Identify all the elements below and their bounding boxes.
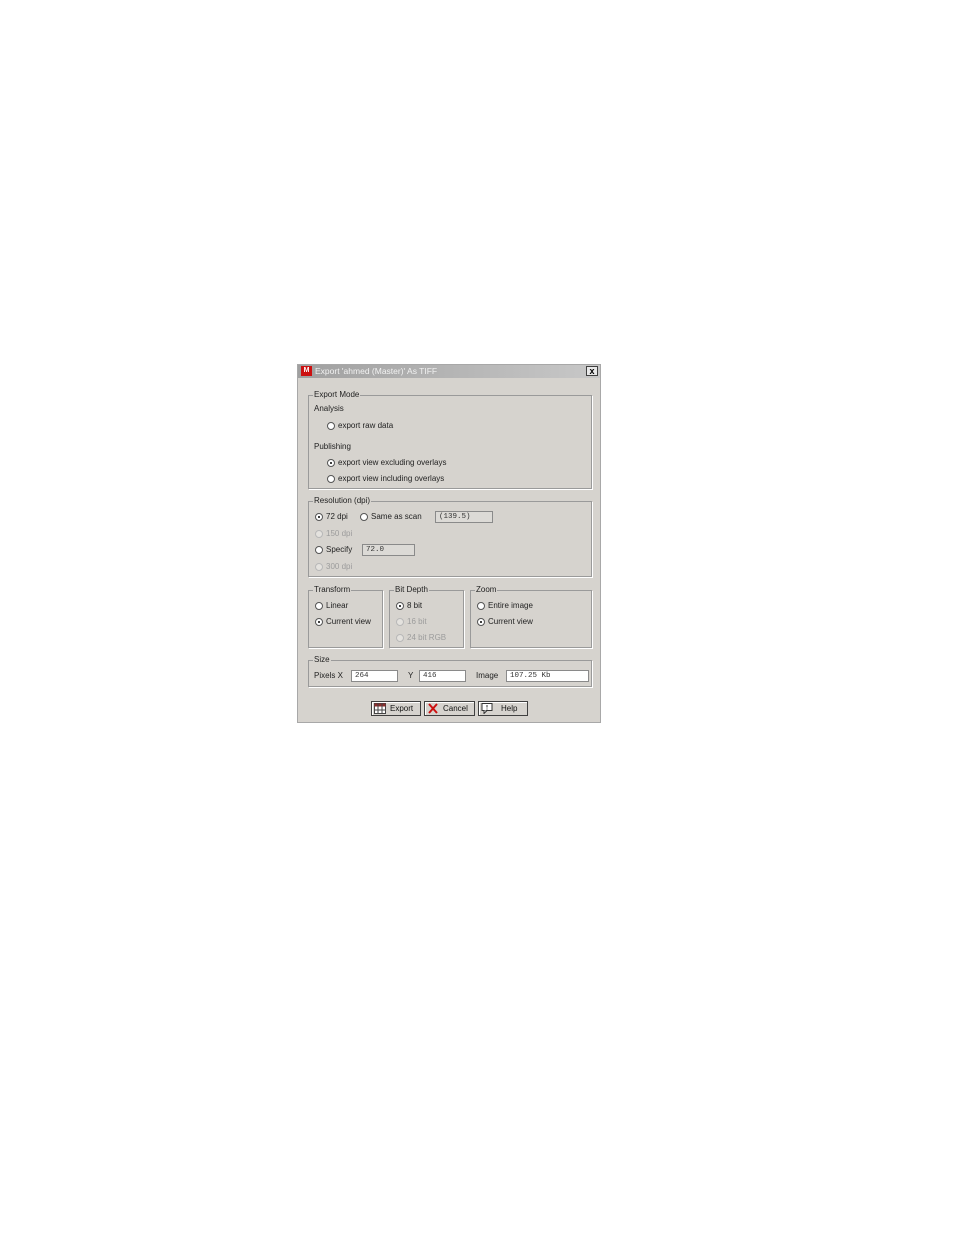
export-mode-legend: Export Mode — [313, 389, 361, 401]
radio-button-icon — [327, 475, 335, 483]
help-button-label: Help — [501, 704, 518, 713]
close-button[interactable]: x — [586, 366, 598, 376]
radio-button-disabled-icon — [396, 618, 404, 626]
cancel-button[interactable]: Cancel — [424, 701, 475, 716]
radio-button-disabled-icon — [315, 563, 323, 571]
radio-label: 24 bit RGB — [407, 633, 447, 642]
size-group: Size Pixels X 264 Y 416 Image 107.25 Kb — [308, 654, 592, 687]
table-grid-icon — [374, 703, 386, 714]
export-mode-group: Export Mode Analysis export raw data Pub… — [308, 389, 592, 489]
title-bar[interactable]: M Export 'ahmed (Master)' As TIFF x — [298, 365, 600, 378]
size-legend: Size — [313, 654, 331, 666]
radio-label: Same as scan — [371, 512, 422, 521]
radio-button-disabled-icon — [396, 634, 404, 642]
pixels-y-field: 416 — [419, 670, 466, 682]
app-logo-icon: M — [301, 366, 312, 376]
radio-button-icon — [315, 546, 323, 554]
image-size-field: 107.25 Kb — [506, 670, 589, 682]
export-button-label: Export — [390, 704, 414, 713]
radio-label: Entire image — [488, 601, 533, 610]
bit-depth-group: Bit Depth 8 bit 16 bit 24 bit RGB — [389, 584, 464, 648]
zoom-legend: Zoom — [475, 584, 498, 596]
image-size-label: Image — [476, 671, 499, 680]
red-x-icon — [428, 703, 438, 714]
radio-label: 72 dpi — [326, 512, 348, 521]
publishing-label: Publishing — [314, 442, 351, 451]
resolution-legend: Resolution (dpi) — [313, 495, 372, 507]
radio-label: Specify — [326, 545, 353, 554]
export-button[interactable]: Export — [371, 701, 421, 716]
radio-label: export view excluding overlays — [338, 458, 447, 467]
radio-button-disabled-icon — [315, 530, 323, 538]
radio-label: export view including overlays — [338, 474, 445, 483]
radio-label: export raw data — [338, 421, 394, 430]
y-label: Y — [408, 671, 414, 680]
help-speech-bubble-icon — [481, 703, 493, 714]
pixels-x-field: 264 — [351, 670, 398, 682]
analysis-label: Analysis — [314, 404, 344, 413]
radio-button-icon — [327, 422, 335, 430]
radio-label: 8 bit — [407, 601, 423, 610]
radio-button-checked-icon — [396, 602, 404, 610]
radio-button-checked-icon — [315, 618, 323, 626]
radio-button-checked-icon — [477, 618, 485, 626]
radio-label: Current view — [326, 617, 371, 626]
export-tiff-dialog: M Export 'ahmed (Master)' As TIFF x Expo… — [297, 364, 601, 723]
radio-button-icon — [477, 602, 485, 610]
dialog-title: Export 'ahmed (Master)' As TIFF — [315, 366, 438, 376]
radio-label: 150 dpi — [326, 529, 353, 538]
radio-label: Current view — [488, 617, 533, 626]
transform-legend: Transform — [313, 584, 352, 596]
cancel-button-label: Cancel — [443, 704, 468, 713]
radio-button-checked-icon — [327, 459, 335, 467]
radio-button-checked-icon — [315, 513, 323, 521]
zoom-group: Zoom Entire image Current view — [470, 584, 592, 648]
radio-label: Linear — [326, 601, 349, 610]
radio-button-icon — [315, 602, 323, 610]
radio-label: 16 bit — [407, 617, 427, 626]
bit-depth-legend: Bit Depth — [394, 584, 429, 596]
transform-group: Transform Linear Current view — [308, 584, 383, 648]
scan-dpi-field: (139.5) — [435, 511, 493, 523]
pixels-x-label: Pixels X — [314, 671, 343, 680]
specify-dpi-input[interactable]: 72.0 — [362, 544, 415, 556]
help-button[interactable]: Help — [478, 701, 528, 716]
resolution-group: Resolution (dpi) 72 dpi Same as scan (13… — [308, 495, 592, 577]
radio-button-icon — [360, 513, 368, 521]
radio-label: 300 dpi — [326, 562, 353, 571]
